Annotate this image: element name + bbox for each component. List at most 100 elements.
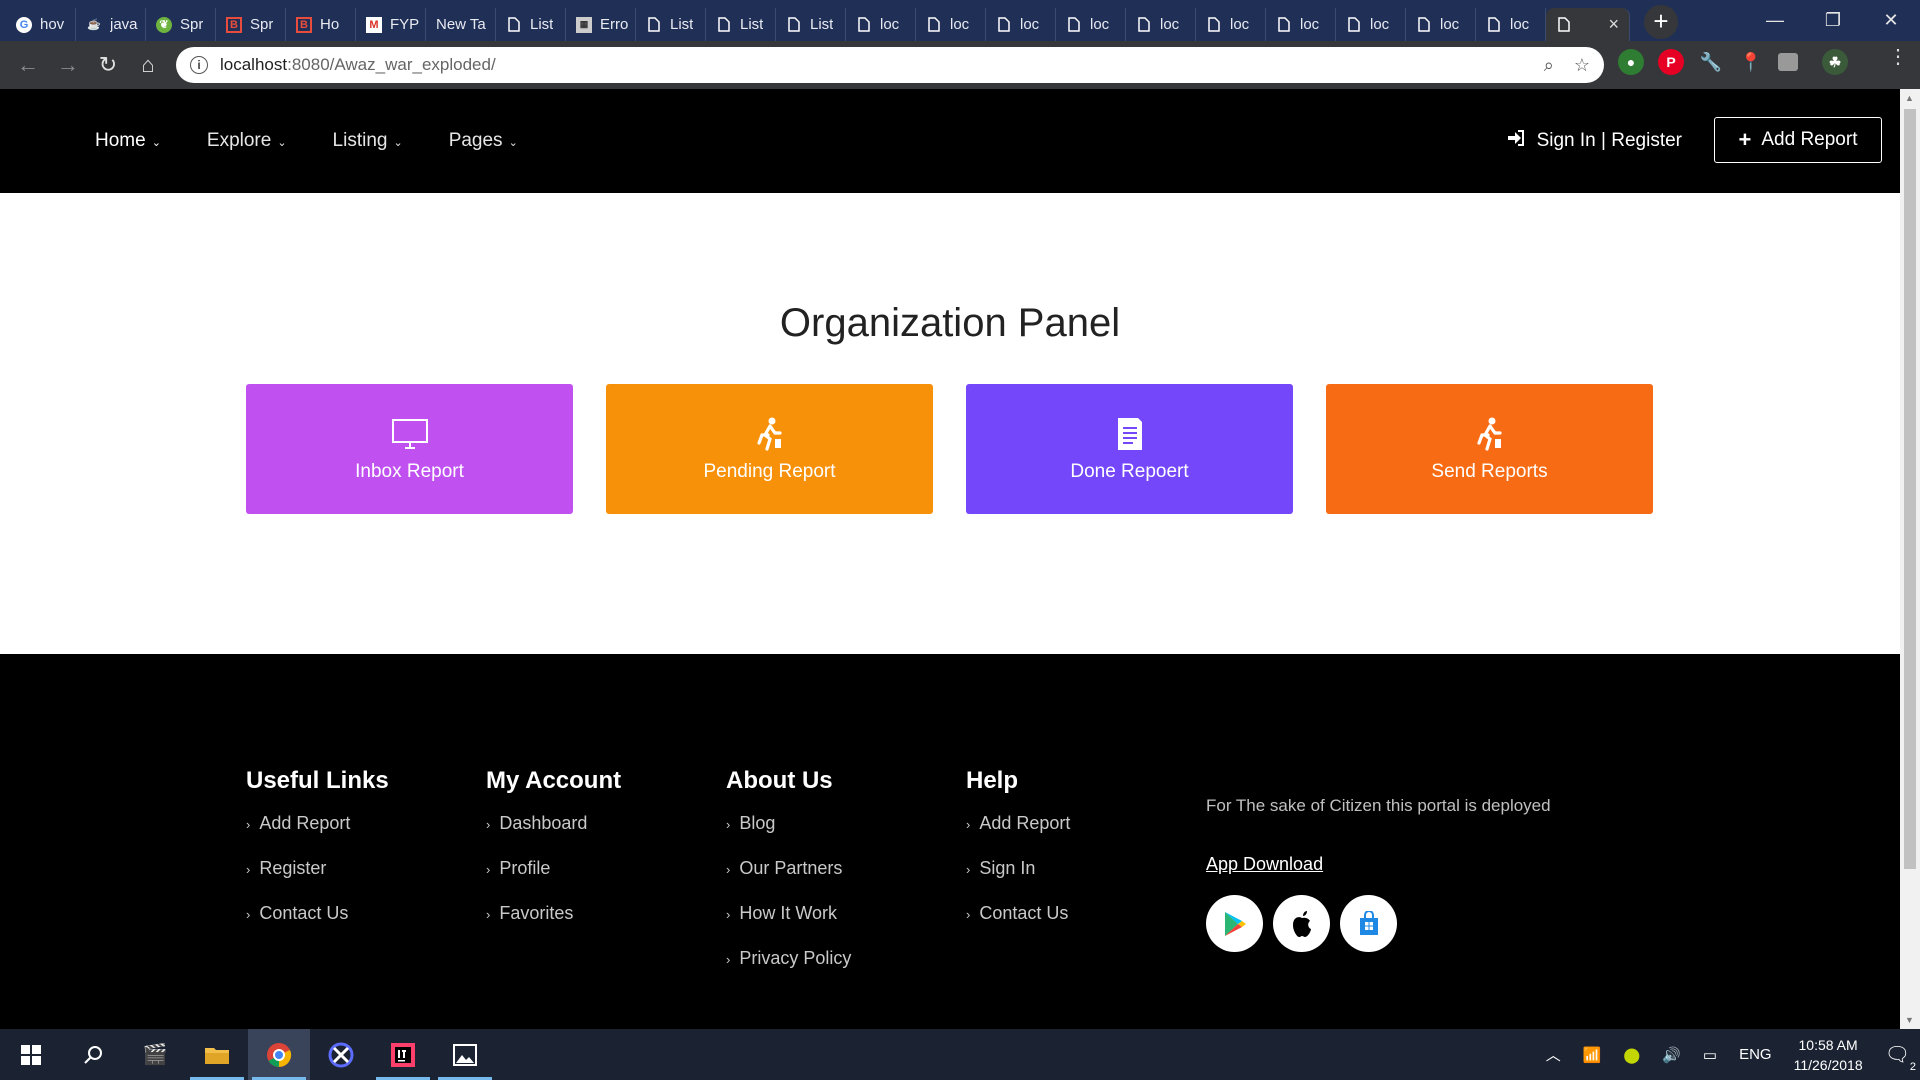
browser-tab[interactable]: loc <box>1266 8 1336 41</box>
add-report-button[interactable]: + Add Report <box>1714 117 1882 163</box>
browser-tab[interactable]: List <box>496 8 566 41</box>
browser-tab[interactable]: List <box>636 8 706 41</box>
minimize-icon[interactable]: — <box>1746 0 1804 41</box>
browser-tab[interactable]: B Ho <box>286 8 356 41</box>
chevron-up-icon[interactable]: ︿ <box>1546 1044 1561 1065</box>
done-report-card[interactable]: Done Repoert <box>966 384 1293 514</box>
app-icon-blue[interactable] <box>310 1029 372 1080</box>
page-icon <box>786 17 802 33</box>
footer-link[interactable]: › Contact Us <box>246 903 389 948</box>
windows-start-icon[interactable] <box>0 1029 62 1080</box>
browser-tab[interactable]: Ghov <box>6 8 76 41</box>
browser-tab[interactable]: loc <box>1126 8 1196 41</box>
browser-tab[interactable]: ▦ Erro <box>566 8 636 41</box>
app-download-link[interactable]: App Download <box>1206 854 1323 875</box>
extension-globe-icon[interactable]: ● <box>1618 49 1644 75</box>
nav-item-listing[interactable]: Listing ⌄ <box>333 130 403 152</box>
pinterest-icon[interactable]: P <box>1658 49 1684 75</box>
chrome-icon[interactable] <box>248 1029 310 1080</box>
windows-store-icon[interactable] <box>1340 895 1397 952</box>
page-icon <box>716 17 732 33</box>
nav-item-pages[interactable]: Pages ⌄ <box>449 130 518 152</box>
send-reports-card[interactable]: Send Reports <box>1326 384 1653 514</box>
footer-link[interactable]: › Add Report <box>966 813 1070 858</box>
apple-icon[interactable] <box>1273 895 1330 952</box>
close-tab-icon[interactable]: × <box>1608 14 1619 35</box>
task-view-icon[interactable]: 🎬 <box>124 1029 186 1080</box>
footer-link[interactable]: › How It Work <box>726 903 851 948</box>
browser-tab[interactable]: New Ta <box>426 8 496 41</box>
scroll-down-icon[interactable]: ▼ <box>1905 1015 1914 1025</box>
chevron-right-icon: › <box>726 862 731 877</box>
google-play-icon[interactable] <box>1206 895 1263 952</box>
notifications-icon[interactable]: 🗨 2 <box>1885 1042 1916 1073</box>
footer-link[interactable]: › Blog <box>726 813 851 858</box>
pending-report-card[interactable]: Pending Report <box>606 384 933 514</box>
clock[interactable]: 10:58 AM 11/26/2018 <box>1794 1035 1863 1075</box>
zoom-icon[interactable]: ⌕ <box>1544 55 1554 76</box>
reload-icon[interactable]: ↻ <box>88 45 128 85</box>
browser-tab[interactable]: ☕ java <box>76 8 146 41</box>
footer-link[interactable]: › Favorites <box>486 903 621 948</box>
back-icon[interactable]: ← <box>8 45 48 85</box>
search-icon[interactable] <box>62 1029 124 1080</box>
profile-avatar[interactable]: ☘ <box>1822 49 1848 75</box>
browser-tab[interactable]: loc <box>1196 8 1266 41</box>
active-browser-tab[interactable]: × <box>1546 8 1630 41</box>
page-scrollbar[interactable]: ▲ ▼ <box>1900 89 1920 1029</box>
new-tab-button[interactable]: + <box>1644 4 1678 39</box>
close-window-icon[interactable]: ✕ <box>1862 0 1920 41</box>
file-explorer-icon[interactable] <box>186 1029 248 1080</box>
chevron-right-icon: › <box>966 817 971 832</box>
browser-tab[interactable]: loc <box>986 8 1056 41</box>
scroll-up-icon[interactable]: ▲ <box>1905 93 1914 103</box>
language-indicator[interactable]: ENG <box>1739 1046 1772 1063</box>
browser-tab[interactable]: loc <box>846 8 916 41</box>
intellij-idea-icon[interactable] <box>372 1029 434 1080</box>
chevron-right-icon: › <box>966 907 971 922</box>
nav-item-home[interactable]: Home ⌄ <box>95 130 161 152</box>
footer-link[interactable]: › Register <box>246 858 389 903</box>
extension-box-icon[interactable] <box>1778 53 1798 71</box>
page-icon <box>646 17 662 33</box>
tray-app-icon[interactable]: ⬤ <box>1623 1046 1640 1064</box>
browser-tab[interactable]: loc <box>1476 8 1546 41</box>
page-title: Organization Panel <box>779 301 1121 345</box>
scrollbar-thumb[interactable] <box>1904 109 1916 869</box>
wrench-extension-icon[interactable]: 🔧 <box>1698 49 1724 75</box>
browser-tab[interactable]: List <box>776 8 846 41</box>
forward-icon[interactable]: → <box>48 45 88 85</box>
chevron-down-icon: ⌄ <box>508 136 518 149</box>
bookmark-star-icon[interactable]: ☆ <box>1574 55 1590 76</box>
browser-tab[interactable]: loc <box>1336 8 1406 41</box>
restore-icon[interactable]: ❐ <box>1804 0 1862 41</box>
browser-tab[interactable]: loc <box>916 8 986 41</box>
browser-tab[interactable]: M FYP <box>356 8 426 41</box>
browser-tab[interactable]: List <box>706 8 776 41</box>
browser-tab[interactable]: B Spr <box>216 8 286 41</box>
url-text[interactable]: localhost:8080/Awaz_war_exploded/ <box>220 55 496 75</box>
browser-tab[interactable]: ❦ Spr <box>146 8 216 41</box>
nav-item-explore[interactable]: Explore ⌄ <box>207 130 287 152</box>
inbox-report-card[interactable]: Inbox Report <box>246 384 573 514</box>
footer-link[interactable]: › Our Partners <box>726 858 851 903</box>
browser-menu-icon[interactable]: ⋮ <box>1888 47 1908 67</box>
action-center-display-icon[interactable]: ▭ <box>1703 1046 1717 1064</box>
organization-panel: Organization Panel Inbox Report Pending … <box>0 193 1900 654</box>
location-pin-icon[interactable]: 📍 <box>1738 49 1764 75</box>
info-icon[interactable]: i <box>190 56 208 74</box>
volume-icon[interactable]: 🔊 <box>1662 1046 1681 1064</box>
browser-tab[interactable]: loc <box>1406 8 1476 41</box>
photos-icon[interactable] <box>434 1029 496 1080</box>
home-icon[interactable]: ⌂ <box>128 45 168 85</box>
footer-link[interactable]: › Contact Us <box>966 903 1070 948</box>
address-bar[interactable]: i localhost:8080/Awaz_war_exploded/ ⌕ ☆ <box>176 47 1604 83</box>
browser-tab[interactable]: loc <box>1056 8 1126 41</box>
sign-in-register-link[interactable]: Sign In | Register <box>1507 89 1682 193</box>
wifi-icon[interactable]: 📶 <box>1583 1046 1602 1064</box>
footer-link[interactable]: › Profile <box>486 858 621 903</box>
footer-link[interactable]: › Privacy Policy <box>726 948 851 993</box>
footer-link[interactable]: › Dashboard <box>486 813 621 858</box>
footer-link[interactable]: › Sign In <box>966 858 1070 903</box>
footer-link[interactable]: › Add Report <box>246 813 389 858</box>
